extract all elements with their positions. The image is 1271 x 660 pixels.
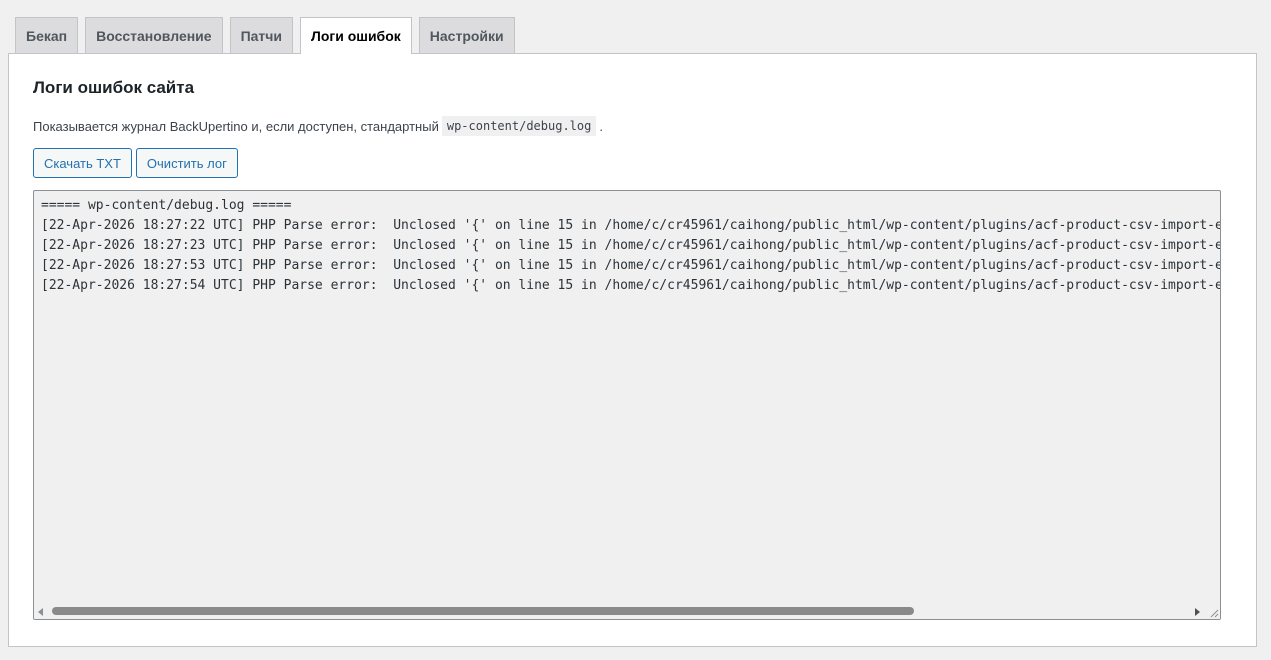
clear-log-button[interactable]: Очистить лог <box>135 148 238 178</box>
tab-bar: Бекап Восстановление Патчи Логи ошибок Н… <box>15 17 1271 55</box>
log-textarea[interactable]: ===== wp-content/debug.log ===== [22-Apr… <box>33 190 1221 620</box>
horizontal-scrollbar[interactable] <box>34 604 1220 619</box>
action-buttons: Скачать TXT Очистить лог <box>33 148 238 178</box>
resize-handle-icon[interactable] <box>1208 607 1219 618</box>
panel-title: Логи ошибок сайта <box>33 78 195 97</box>
panel-description: Показывается журнал BackUpertino и, если… <box>33 116 603 136</box>
log-line: [22-Apr-2026 18:27:22 UTC] PHP Parse err… <box>41 218 1220 233</box>
log-line: ===== wp-content/debug.log ===== <box>41 198 292 213</box>
log-line: [22-Apr-2026 18:27:54 UTC] PHP Parse err… <box>41 278 1220 293</box>
description-end: . <box>599 118 603 134</box>
scrollbar-thumb[interactable] <box>52 607 914 615</box>
description-text: Показывается журнал BackUpertino и, если… <box>33 118 439 134</box>
log-content: ===== wp-content/debug.log ===== [22-Apr… <box>41 196 1220 296</box>
tab-restore[interactable]: Восстановление <box>85 17 223 54</box>
tab-patches[interactable]: Патчи <box>229 17 294 54</box>
tab-backup[interactable]: Бекап <box>15 17 79 54</box>
tab-settings[interactable]: Настройки <box>418 17 515 54</box>
scroll-right-arrow-icon[interactable] <box>1195 608 1200 616</box>
log-line: [22-Apr-2026 18:27:23 UTC] PHP Parse err… <box>41 238 1220 253</box>
tab-error-logs[interactable]: Логи ошибок <box>300 17 412 55</box>
download-txt-button[interactable]: Скачать TXT <box>33 148 132 178</box>
error-logs-panel: Логи ошибок сайта Показывается журнал Ba… <box>8 53 1257 647</box>
scroll-left-arrow-icon[interactable] <box>38 608 43 616</box>
log-line: [22-Apr-2026 18:27:53 UTC] PHP Parse err… <box>41 258 1220 273</box>
debug-log-path: wp-content/debug.log <box>441 116 597 136</box>
